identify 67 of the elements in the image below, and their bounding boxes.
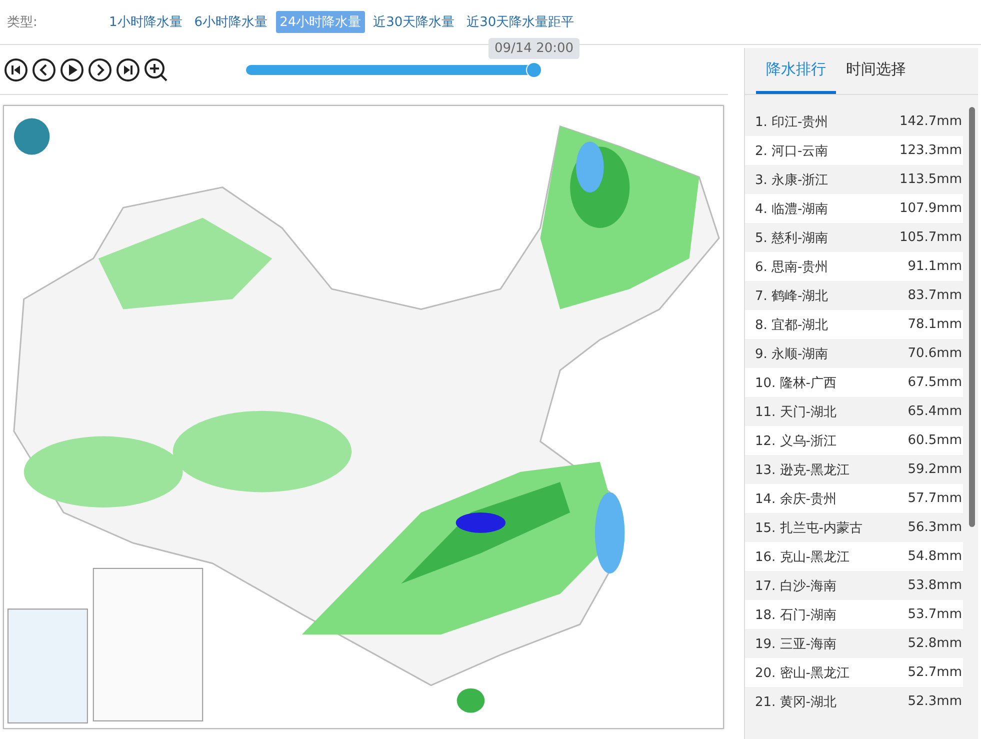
rainfall-value: 52.8mm [908, 636, 962, 651]
rainfall-value: 54.8mm [908, 549, 962, 564]
station-name: 17. 白沙-海南 [755, 578, 836, 594]
next-icon[interactable] [88, 58, 112, 82]
ranking-row[interactable]: 8. 宜都-湖北 78.1mm [745, 310, 963, 339]
ranking-row[interactable]: 4. 临澧-湖南 107.9mm [745, 194, 963, 223]
station-name: 20. 密山-黑龙江 [755, 664, 850, 682]
station-name: 1. 印江-贵州 [755, 114, 828, 130]
rainfall-value: 142.7mm [899, 114, 962, 129]
scrollbar-thumb[interactable] [969, 107, 975, 527]
type-option[interactable]: 近30天降水量 [369, 11, 459, 33]
panel-tab[interactable]: 时间选择 [836, 48, 916, 94]
type-option[interactable]: 1小时降水量 [105, 11, 186, 33]
ranking-row[interactable]: 12. 义乌-浙江 60.5mm [745, 426, 963, 455]
station-name: 3. 永康-浙江 [755, 172, 828, 188]
rainfall-value: 105.7mm [899, 230, 962, 245]
ranking-row[interactable]: 16. 克山-黑龙江 54.8mm [745, 542, 963, 571]
time-tooltip: 09/14 20:00 [488, 38, 580, 58]
type-option[interactable]: 近30天降水量距平 [462, 11, 578, 33]
rainfall-value: 67.5mm [908, 375, 962, 390]
rainfall-value: 52.7mm [908, 665, 962, 680]
station-name: 8. 宜都-湖北 [755, 316, 828, 334]
station-name: 15. 扎兰屯-内蒙古 [755, 520, 862, 536]
rainfall-value: 107.9mm [899, 201, 962, 216]
slider-thumb[interactable] [526, 62, 542, 78]
ranking-row[interactable]: 14. 余庆-贵州 57.7mm [745, 484, 963, 513]
rainfall-value: 53.8mm [908, 578, 962, 593]
rainfall-value: 59.2mm [908, 462, 962, 477]
rainfall-value: 83.7mm [908, 288, 962, 303]
station-name: 6. 思南-贵州 [755, 258, 828, 276]
type-label: 类型: [7, 14, 38, 31]
station-name: 5. 慈利-湖南 [755, 230, 828, 246]
rainfall-value: 56.3mm [908, 520, 962, 535]
ranking-row[interactable]: 20. 密山-黑龙江 52.7mm [745, 658, 963, 687]
station-name: 19. 三亚-海南 [755, 636, 836, 652]
station-name: 16. 克山-黑龙江 [755, 548, 850, 566]
first-icon[interactable] [4, 58, 28, 82]
type-option[interactable]: 6小时降水量 [190, 11, 272, 33]
station-name: 4. 临澧-湖南 [755, 200, 828, 218]
previous-icon[interactable] [32, 58, 56, 82]
station-name: 11. 天门-湖北 [755, 404, 836, 420]
station-name: 21. 黄冈-湖北 [755, 694, 836, 710]
station-name: 12. 义乌-浙江 [755, 432, 836, 450]
zoom-in-icon[interactable] [144, 58, 168, 82]
ranking-row[interactable]: 6. 思南-贵州 91.1mm [745, 252, 963, 281]
rainfall-value: 91.1mm [908, 259, 962, 274]
rainfall-value: 123.3mm [899, 143, 962, 158]
station-name: 10. 隆林-广西 [755, 374, 836, 392]
rainfall-value: 57.7mm [908, 491, 962, 506]
station-name: 2. 河口-云南 [755, 142, 828, 160]
rainfall-value: 52.3mm [908, 694, 962, 709]
ranking-row[interactable]: 18. 石门-湖南 53.7mm [745, 600, 963, 629]
ranking-row[interactable]: 10. 隆林-广西 67.5mm [745, 368, 963, 397]
station-name: 13. 逊克-黑龙江 [755, 462, 850, 478]
rainfall-value: 78.1mm [908, 317, 962, 332]
play-icon[interactable] [60, 58, 84, 82]
rainfall-value: 70.6mm [908, 346, 962, 361]
station-name: 9. 永顺-湖南 [755, 346, 828, 362]
station-name: 18. 石门-湖南 [755, 606, 836, 624]
station-name: 7. 鹤峰-湖北 [755, 288, 828, 304]
rainfall-value: 113.5mm [899, 172, 962, 187]
station-name: 14. 余庆-贵州 [755, 490, 836, 508]
rainfall-value: 65.4mm [908, 404, 962, 419]
ranking-row[interactable]: 2. 河口-云南 123.3mm [745, 136, 963, 165]
last-icon[interactable] [116, 58, 140, 82]
rainfall-value: 60.5mm [908, 433, 962, 448]
rainfall-value: 53.7mm [908, 607, 962, 622]
